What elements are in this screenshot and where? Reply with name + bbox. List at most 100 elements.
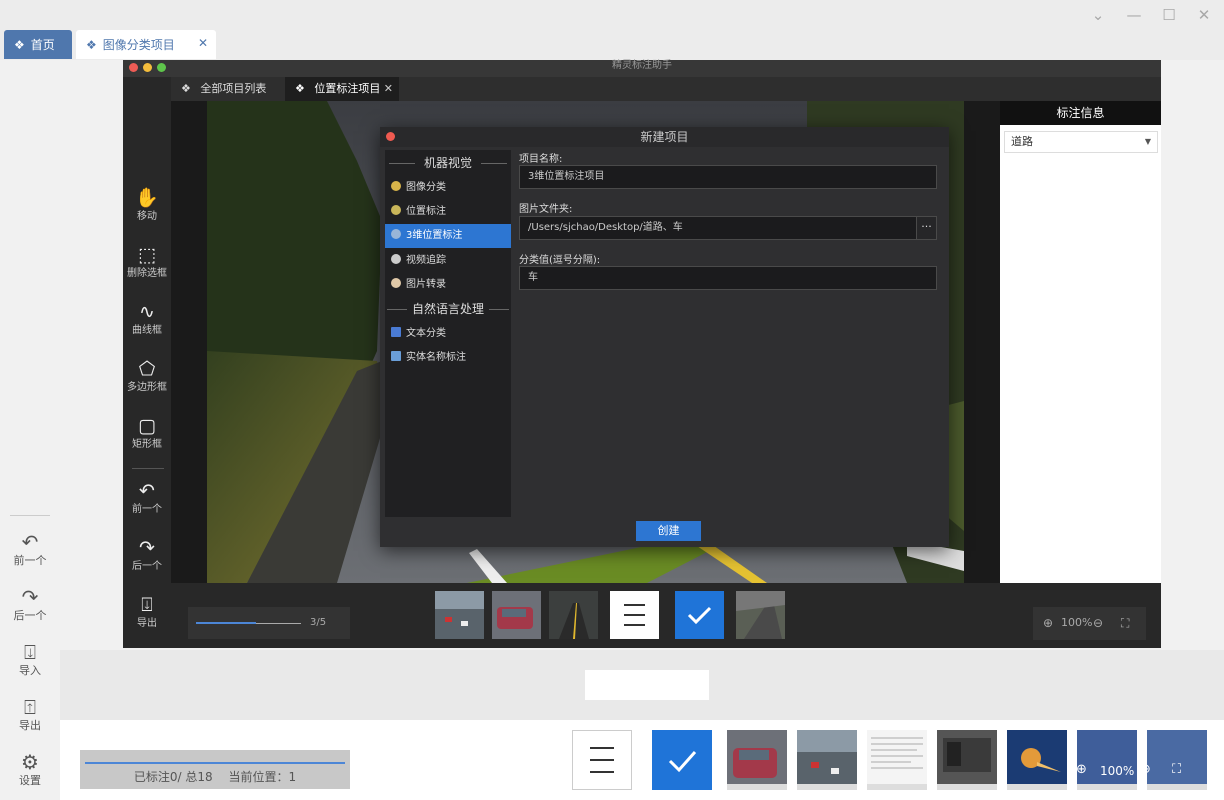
inner-prev-button[interactable]: ↶ 前一个 [123, 479, 171, 517]
close-icon[interactable]: ✕ [1193, 6, 1215, 24]
zoom-in-icon[interactable]: ⊕ [1076, 760, 1087, 780]
outer-import-button[interactable]: ⍗ 导入 [0, 640, 60, 688]
fit-screen-icon[interactable]: ⛶ [1172, 760, 1181, 780]
type-label: 图像分类 [406, 182, 446, 193]
video-icon [391, 254, 401, 264]
entity-icon [391, 351, 401, 361]
current-position: 当前位置：1 [228, 770, 297, 784]
outer-prev-button[interactable]: ↶ 前一个 [0, 530, 60, 578]
tab-home[interactable]: ❖ 首页 [4, 30, 72, 59]
inner-tab-close-icon[interactable]: ✕ [384, 77, 393, 101]
annotation-select-value: 道路 [1011, 135, 1033, 148]
section-line [481, 163, 507, 164]
forward-arrow-icon: ↷ [139, 537, 155, 559]
type-3d-location[interactable]: 3维位置标注 [385, 224, 511, 248]
diamond-grid-icon: ❖ [86, 37, 97, 52]
inner-tab-location-label: 位置标注项目 [314, 82, 381, 95]
outer-thumbnail-traffic[interactable] [797, 730, 857, 790]
thumbnail-red-car[interactable] [492, 591, 541, 639]
thumbnail-traffic[interactable] [435, 591, 484, 639]
polygon-tool[interactable]: ⬠ 多边形框 [123, 357, 171, 395]
chevron-down-icon: ▼ [1144, 137, 1151, 146]
outer-thumbnail-document[interactable] [867, 730, 927, 790]
thumbnail-road[interactable] [549, 591, 598, 639]
browse-folder-button[interactable]: ··· [916, 216, 937, 240]
create-button[interactable]: 创建 [636, 521, 701, 541]
type-transcription[interactable]: 图片转录 [385, 273, 511, 297]
rectangle-tool[interactable]: ▢ 矩形框 [123, 414, 171, 452]
section-title: 自然语言处理 [411, 302, 484, 316]
outer-next-button[interactable]: ↷ 后一个 [0, 585, 60, 633]
outer-list-view-button[interactable] [572, 730, 632, 790]
inner-tab-all-projects[interactable]: ❖ 全部项目列表 [171, 77, 283, 101]
outer-progress-bar [85, 762, 345, 764]
confirm-check-button[interactable] [675, 591, 724, 639]
outer-thumbnail-red-car[interactable] [727, 730, 787, 790]
export-icon: ⍐ [24, 695, 36, 719]
inner-export-button[interactable]: ⍗ 导出 [123, 593, 171, 631]
outer-toolbar [0, 60, 60, 800]
section-line [389, 163, 415, 164]
inner-progress-fill [196, 622, 256, 624]
inner-title-text: 精灵标注助手 [612, 60, 672, 71]
zoom-out-icon[interactable]: ⊖ [1093, 615, 1103, 631]
outer-settings-button[interactable]: ⚙ 设置 [0, 750, 60, 798]
tab-close-icon[interactable]: ✕ [198, 36, 208, 50]
mac-minimize-icon[interactable] [143, 63, 152, 72]
inner-tab-location[interactable]: ❖ 位置标注项目 ✕ [285, 77, 399, 101]
class-values-input[interactable]: 车 [519, 266, 937, 290]
thumbnail-road-2[interactable] [736, 591, 785, 639]
type-label: 实体名称标注 [406, 352, 466, 363]
3d-location-icon [391, 229, 401, 239]
outer-confirm-button[interactable] [652, 730, 712, 790]
section-line [387, 309, 407, 310]
window-titlebar [0, 0, 1224, 30]
inner-tab-all-label: 全部项目列表 [200, 82, 267, 95]
type-video-tracking[interactable]: 视频追踪 [385, 249, 511, 273]
location-icon [391, 205, 401, 215]
inner-next-button[interactable]: ↷ 后一个 [123, 536, 171, 574]
class-values-label: 分类值(逗号分隔): [519, 255, 601, 266]
type-label: 视频追踪 [406, 255, 446, 266]
type-entity-name[interactable]: 实体名称标注 [385, 346, 511, 370]
rectangle-tool-label: 矩形框 [132, 439, 162, 450]
minimize-icon[interactable]: — [1123, 6, 1145, 24]
move-tool-label: 移动 [137, 211, 157, 222]
type-label: 位置标注 [406, 206, 446, 217]
delete-selection-icon: ⬚ [138, 244, 156, 266]
annotation-class-select[interactable]: 道路 ▼ [1004, 131, 1158, 153]
zoom-out-icon[interactable]: ⊖ [1140, 760, 1151, 780]
move-tool[interactable]: ✋ 移动 [123, 186, 171, 224]
image-folder-input[interactable]: /Users/sjchao/Desktop/道路、车 [519, 216, 917, 240]
zoom-in-icon[interactable]: ⊕ [1043, 615, 1053, 631]
forward-arrow-icon: ↷ [21, 585, 39, 609]
tab-image-classification[interactable]: ❖ 图像分类项目 ✕ [76, 30, 216, 59]
curve-tool[interactable]: ∿ 曲线框 [123, 300, 171, 338]
section-title: 机器视觉 [423, 156, 472, 170]
mac-close-icon[interactable] [129, 63, 138, 72]
inner-next-label: 后一个 [132, 561, 162, 572]
delete-selection-tool[interactable]: ⬚ 删除选框 [123, 243, 171, 281]
outer-thumbnail-jellyfish[interactable] [1007, 730, 1067, 790]
chevron-down-icon[interactable]: ⌄ [1087, 6, 1109, 24]
outer-prev-label: 前一个 [13, 554, 47, 567]
outer-thumbnail-screenshot[interactable] [937, 730, 997, 790]
type-image-classification[interactable]: 图像分类 [385, 176, 511, 200]
type-text-classification[interactable]: 文本分类 [385, 322, 511, 346]
outer-export-button[interactable]: ⍐ 导出 [0, 695, 60, 743]
import-icon: ⍗ [24, 640, 36, 664]
tab-project-label: 图像分类项目 [102, 38, 175, 52]
list-view-button[interactable] [610, 591, 659, 639]
annotation-panel-title: 标注信息 [1000, 101, 1161, 125]
type-location[interactable]: 位置标注 [385, 200, 511, 224]
delete-selection-label: 删除选框 [127, 268, 167, 279]
dialog-title: 新建项目 [380, 127, 949, 147]
dialog-close-icon[interactable] [386, 132, 395, 141]
maximize-icon[interactable]: ☐ [1158, 6, 1180, 24]
project-name-input[interactable]: 3维位置标注项目 [519, 165, 937, 189]
section-nlp: 自然语言处理 [385, 301, 511, 317]
toolbar-divider [132, 468, 164, 469]
section-line [489, 309, 509, 310]
fit-screen-icon[interactable]: ⛶ [1121, 615, 1129, 631]
mac-zoom-icon[interactable] [157, 63, 166, 72]
